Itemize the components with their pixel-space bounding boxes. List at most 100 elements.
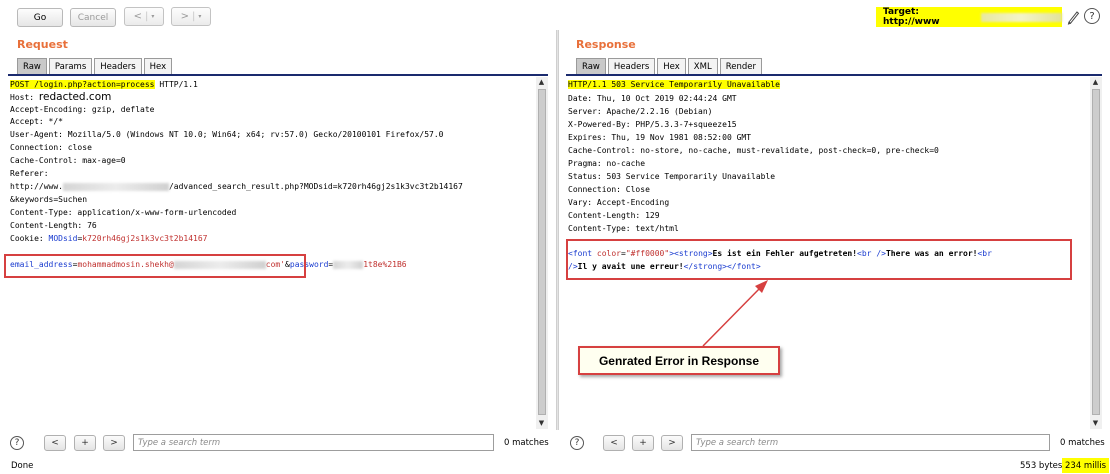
main-toolbar: Go Cancel < | ▾ > | ▾ Target: http://www… <box>0 0 1110 34</box>
scroll-thumb[interactable] <box>538 89 546 415</box>
back-arrow-icon: < <box>133 11 142 22</box>
separator: | <box>192 11 196 22</box>
response-time: 234 millis <box>1062 458 1110 473</box>
host-label: Host: <box>10 93 35 102</box>
response-header: Date: Thu, 10 Oct 2019 02:44:24 GMT <box>568 94 737 103</box>
tab-underline <box>8 74 548 76</box>
request-body-highlight <box>4 254 306 278</box>
match-count: 0 matches <box>1060 438 1105 448</box>
help-icon[interactable]: ? <box>10 436 24 450</box>
cookie-header: Cookie: MODsid=k720rh46gj2s1k3vc3t2b1416… <box>10 234 208 244</box>
forward-arrow-icon: > <box>180 11 189 22</box>
back-button[interactable]: < | ▾ <box>124 7 164 26</box>
help-icon[interactable]: ? <box>570 436 584 450</box>
response-title: Response <box>576 38 636 51</box>
separator: | <box>145 11 149 22</box>
request-tabs: Raw Params Headers Hex <box>17 58 174 75</box>
match-count: 0 matches <box>504 438 549 448</box>
chevron-down-icon: ▾ <box>198 13 202 20</box>
forward-button[interactable]: > | ▾ <box>171 7 211 26</box>
response-header: Content-Length: 129 <box>568 211 660 220</box>
cookie-value: k720rh46gj2s1k3vc3t2b14167 <box>82 234 208 243</box>
go-button[interactable]: Go <box>17 8 63 27</box>
accept-header: Accept: */* <box>10 117 63 126</box>
redacted-password <box>333 260 364 269</box>
split-divider[interactable] <box>556 30 559 430</box>
response-header: X-Powered-By: PHP/5.3.3-7+squeeze15 <box>568 120 737 129</box>
referer-prefix: http://www. <box>10 182 63 191</box>
referer-label: Referer: <box>10 169 49 178</box>
cache-control-header: Cache-Control: max-age=0 <box>10 156 126 165</box>
tab-raw[interactable]: Raw <box>576 58 606 75</box>
scroll-thumb[interactable] <box>1092 89 1100 415</box>
accept-encoding-header: Accept-Encoding: gzip, deflate <box>10 105 155 114</box>
scroll-up-icon[interactable]: ▲ <box>1091 78 1100 86</box>
response-header: Server: Apache/2.2.16 (Debian) <box>568 107 713 116</box>
target-host[interactable]: Target: http://www <box>876 7 1062 27</box>
tab-params[interactable]: Params <box>48 58 93 75</box>
response-tabs: Raw Headers Hex XML Render <box>576 58 764 75</box>
response-header: Content-Type: text/html <box>568 224 679 233</box>
search-next-button[interactable]: > <box>103 435 125 451</box>
content-type-header: Content-Type: application/x-www-form-url… <box>10 208 237 217</box>
redacted-domain <box>62 182 169 191</box>
response-header: Cache-Control: no-store, no-cache, must-… <box>568 146 939 155</box>
response-search-bar: ? < + > 0 matches <box>558 434 1110 452</box>
request-title: Request <box>17 38 68 51</box>
scroll-down-icon[interactable]: ▼ <box>1091 419 1100 427</box>
search-add-button[interactable]: + <box>632 435 654 451</box>
request-scrollbar[interactable]: ▲ ▼ <box>536 77 548 429</box>
help-icon[interactable]: ? <box>1084 8 1100 24</box>
connection-header: Connection: close <box>10 143 92 152</box>
tab-xml[interactable]: XML <box>687 58 718 75</box>
status-line: HTTP/1.1 503 Service Temporarily Unavail… <box>568 80 780 90</box>
request-editor[interactable]: POST /login.php?action=process HTTP/1.1 … <box>8 77 536 429</box>
request-line: POST /login.php?action=process HTTP/1.1 <box>10 80 198 90</box>
cookie-key: MODsid <box>48 234 78 243</box>
error-callout: Genrated Error in Response <box>578 346 780 375</box>
request-method-path: POST /login.php?action=process <box>10 80 155 89</box>
response-size: 553 bytes | <box>1020 461 1068 471</box>
search-add-button[interactable]: + <box>74 435 96 451</box>
target-label: Target: http://www <box>883 7 940 27</box>
status-bar: Done 553 bytes | 234 millis <box>0 457 1110 474</box>
tab-underline <box>566 74 1102 76</box>
user-agent-header: User-Agent: Mozilla/5.0 (Windows NT 10.0… <box>10 130 444 139</box>
request-protocol: HTTP/1.1 <box>154 80 198 89</box>
status-text: Done <box>11 461 34 471</box>
response-header: Vary: Accept-Encoding <box>568 198 670 207</box>
search-next-button[interactable]: > <box>661 435 683 451</box>
host-header: Host: redacted.com <box>10 92 111 103</box>
scroll-down-icon[interactable]: ▼ <box>537 419 546 427</box>
search-input[interactable] <box>133 434 494 451</box>
response-header: Pragma: no-cache <box>568 159 646 168</box>
chevron-down-icon: ▾ <box>151 13 155 20</box>
search-input[interactable] <box>691 434 1050 451</box>
response-header: Status: 503 Service Temporarily Unavaila… <box>568 172 776 181</box>
cancel-button[interactable]: Cancel <box>70 8 116 27</box>
tab-hex[interactable]: Hex <box>657 58 686 75</box>
search-prev-button[interactable]: < <box>44 435 66 451</box>
body-password-end: 1t8e%21B6 <box>363 260 407 269</box>
tab-raw[interactable]: Raw <box>17 58 47 75</box>
response-scrollbar[interactable]: ▲ ▼ <box>1090 77 1102 429</box>
tab-headers[interactable]: Headers <box>94 58 142 75</box>
status-line-highlight: HTTP/1.1 503 Service Temporarily Unavail… <box>568 80 780 89</box>
host-value: redacted.com <box>38 91 112 103</box>
tab-headers[interactable]: Headers <box>607 58 656 75</box>
request-search-bar: ? < + > 0 matches <box>0 434 556 452</box>
scroll-up-icon[interactable]: ▲ <box>537 78 546 86</box>
referer-url: http://www. /advanced_search_result.php?M… <box>10 182 463 192</box>
response-header: Connection: Close <box>568 185 650 194</box>
search-prev-button[interactable]: < <box>603 435 625 451</box>
referer-suffix: /advanced_search_result.php?MODsid=k720r… <box>168 182 463 191</box>
edit-pencil-icon[interactable] <box>1066 9 1080 25</box>
tab-hex[interactable]: Hex <box>143 58 173 75</box>
response-header: Expires: Thu, 19 Nov 1981 08:52:00 GMT <box>568 133 752 142</box>
tab-render[interactable]: Render <box>719 58 762 75</box>
content-length-header: Content-Length: 76 <box>10 221 97 230</box>
cookie-label: Cookie: <box>10 234 49 243</box>
response-body-highlight <box>566 239 1072 280</box>
keywords-line: &keywords=Suchen <box>10 195 88 204</box>
redacted-host <box>980 12 1062 22</box>
